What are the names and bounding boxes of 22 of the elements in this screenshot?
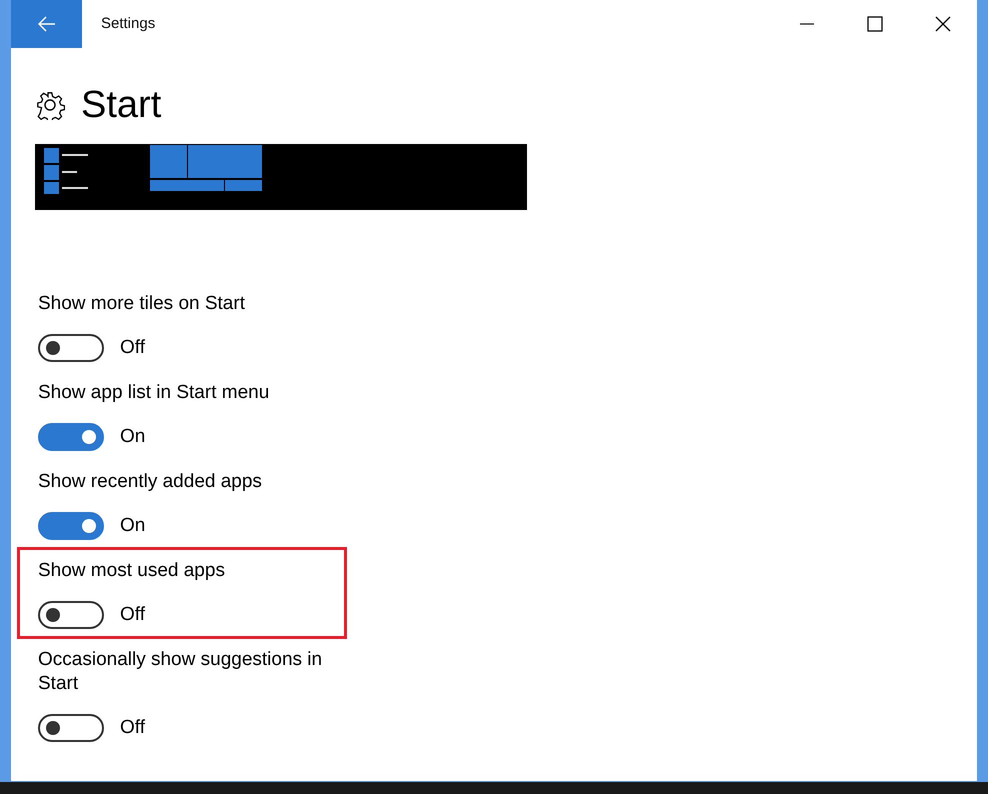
window-title: Settings — [101, 14, 156, 34]
toggle-switch[interactable] — [38, 714, 104, 742]
toggle-switch[interactable] — [38, 334, 104, 362]
close-icon — [935, 16, 951, 32]
toggle-state: On — [120, 514, 146, 538]
toggle-switch[interactable] — [38, 423, 104, 451]
toggle-state: Off — [120, 602, 145, 627]
setting-label: Show app list in Start menu — [38, 381, 270, 405]
setting-label: Show recently added apps — [38, 470, 263, 494]
page-title: Start — [81, 86, 162, 124]
setting-label: Show more tiles on Start — [38, 292, 246, 316]
toggle-state: Off — [120, 716, 145, 740]
toggle-state: Off — [120, 336, 145, 360]
setting-label: Show most used apps — [38, 559, 226, 583]
back-arrow-icon — [38, 16, 56, 32]
minimize-icon — [800, 23, 814, 25]
setting-label: Occasionally show suggestions in Start — [38, 648, 324, 696]
maximize-icon — [867, 16, 883, 32]
settings-icon — [35, 90, 65, 120]
toggle-switch[interactable] — [38, 601, 104, 629]
toggle-state: On — [120, 424, 146, 449]
toggle-switch[interactable] — [38, 512, 104, 540]
